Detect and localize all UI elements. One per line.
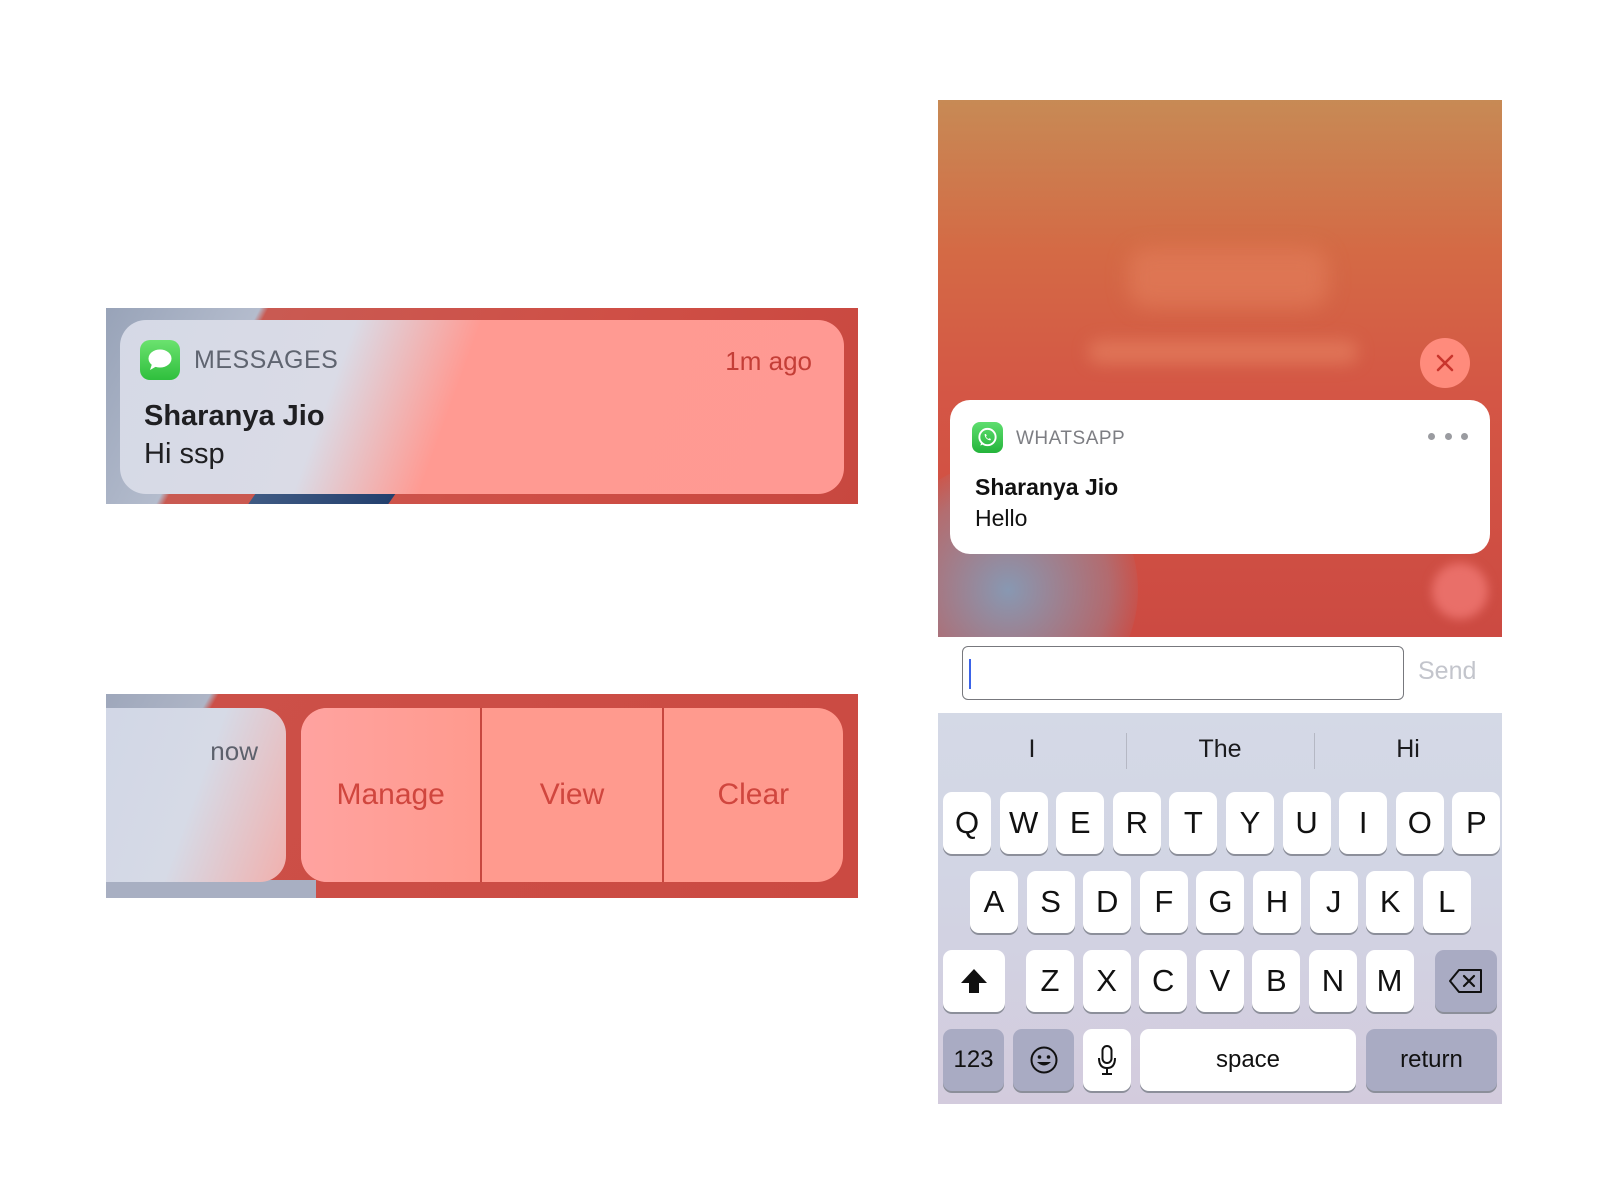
numbers-key-label: 123 bbox=[953, 1046, 994, 1073]
sender-name: Sharanya Jio bbox=[975, 474, 1119, 500]
key-u[interactable]: U bbox=[1282, 792, 1331, 854]
whatsapp-icon bbox=[972, 422, 1003, 453]
reply-bar: Send bbox=[938, 637, 1502, 713]
key-v[interactable]: V bbox=[1195, 950, 1244, 1012]
notification-time: 1m ago bbox=[725, 346, 812, 376]
notification-actions: Manage View Clear bbox=[301, 708, 843, 882]
swipe-actions-panel: now Manage View Clear bbox=[106, 694, 858, 898]
close-icon bbox=[1436, 354, 1454, 372]
key-c[interactable]: C bbox=[1139, 950, 1188, 1012]
backspace-key[interactable] bbox=[1435, 950, 1497, 1012]
wallpaper-shape bbox=[106, 880, 316, 898]
key-d[interactable]: D bbox=[1083, 871, 1132, 933]
key-q[interactable]: Q bbox=[943, 792, 991, 854]
key-n[interactable]: N bbox=[1309, 950, 1357, 1012]
space-key-label: space bbox=[1215, 1046, 1281, 1073]
whatsapp-reply-panel: WHATSAPP Sharanya Jio Hello Send I The H… bbox=[938, 100, 1502, 1104]
message-body: Hi ssp bbox=[144, 438, 225, 470]
blurred-clock bbox=[1128, 248, 1328, 308]
close-button[interactable] bbox=[1420, 338, 1470, 388]
key-g[interactable]: G bbox=[1196, 871, 1245, 933]
key-f[interactable]: F bbox=[1139, 871, 1188, 933]
emoji-key[interactable] bbox=[1013, 1029, 1074, 1091]
more-options-icon[interactable] bbox=[1428, 426, 1468, 446]
key-e[interactable]: E bbox=[1056, 792, 1105, 854]
predictive-bar: I The Hi bbox=[938, 713, 1502, 785]
key-j[interactable]: J bbox=[1309, 871, 1358, 933]
clear-button[interactable]: Clear bbox=[661, 708, 843, 882]
suggestion-item[interactable]: The bbox=[1126, 713, 1314, 785]
return-key[interactable]: return bbox=[1366, 1029, 1497, 1091]
messages-notification-card[interactable]: MESSAGES 1m ago Sharanya Jio Hi ssp bbox=[120, 320, 844, 494]
lockscreen-wallpaper: WHATSAPP Sharanya Jio Hello bbox=[938, 100, 1502, 637]
key-h[interactable]: H bbox=[1253, 871, 1301, 933]
blurred-date bbox=[1088, 340, 1358, 364]
app-name: WHATSAPP bbox=[1016, 428, 1126, 449]
text-caret bbox=[969, 659, 971, 689]
view-button[interactable]: View bbox=[480, 708, 661, 882]
return-key-label: return bbox=[1400, 1046, 1463, 1073]
key-m[interactable]: M bbox=[1365, 950, 1414, 1012]
whatsapp-notification-card[interactable]: WHATSAPP Sharanya Jio Hello bbox=[950, 400, 1490, 554]
key-s[interactable]: S bbox=[1026, 871, 1075, 933]
sender-name: Sharanya Jio bbox=[144, 400, 325, 432]
send-button[interactable]: Send bbox=[1418, 657, 1476, 686]
key-x[interactable]: X bbox=[1082, 950, 1131, 1012]
key-o[interactable]: O bbox=[1395, 792, 1444, 854]
manage-button[interactable]: Manage bbox=[301, 708, 481, 882]
key-k[interactable]: K bbox=[1366, 871, 1415, 933]
key-r[interactable]: R bbox=[1112, 792, 1161, 854]
key-w[interactable]: W bbox=[999, 792, 1048, 854]
numbers-key[interactable]: 123 bbox=[943, 1029, 1004, 1091]
key-a[interactable]: A bbox=[970, 871, 1018, 933]
key-l[interactable]: L bbox=[1422, 871, 1471, 933]
shift-key[interactable] bbox=[943, 950, 1005, 1012]
space-key[interactable]: space bbox=[1140, 1029, 1356, 1091]
key-i[interactable]: I bbox=[1339, 792, 1388, 854]
suggestion-item[interactable]: Hi bbox=[1314, 713, 1502, 785]
key-z[interactable]: Z bbox=[1026, 950, 1074, 1012]
shift-icon bbox=[961, 969, 987, 993]
messages-notification-panel: MESSAGES 1m ago Sharanya Jio Hi ssp bbox=[106, 308, 858, 504]
key-p[interactable]: P bbox=[1452, 792, 1501, 854]
messages-bubble-icon bbox=[140, 340, 180, 380]
emoji-icon bbox=[1030, 1046, 1057, 1074]
key-y[interactable]: Y bbox=[1226, 792, 1274, 854]
microphone-key[interactable] bbox=[1083, 1029, 1131, 1091]
microphone-icon bbox=[1098, 1045, 1116, 1075]
key-t[interactable]: T bbox=[1169, 792, 1218, 854]
backspace-icon bbox=[1449, 969, 1482, 993]
notification-card-peek[interactable]: now bbox=[106, 708, 286, 882]
message-body: Hello bbox=[975, 505, 1028, 531]
app-name: MESSAGES bbox=[194, 346, 339, 374]
notification-time: now bbox=[210, 736, 258, 766]
key-b[interactable]: B bbox=[1252, 950, 1301, 1012]
keyboard: I The Hi QWERTYUIOPASDFGHJKLZXCVBNM 123 … bbox=[938, 713, 1502, 1104]
suggestion-item[interactable]: I bbox=[938, 713, 1126, 785]
blurred-camera-button bbox=[1432, 563, 1488, 619]
reply-input[interactable] bbox=[962, 646, 1404, 700]
